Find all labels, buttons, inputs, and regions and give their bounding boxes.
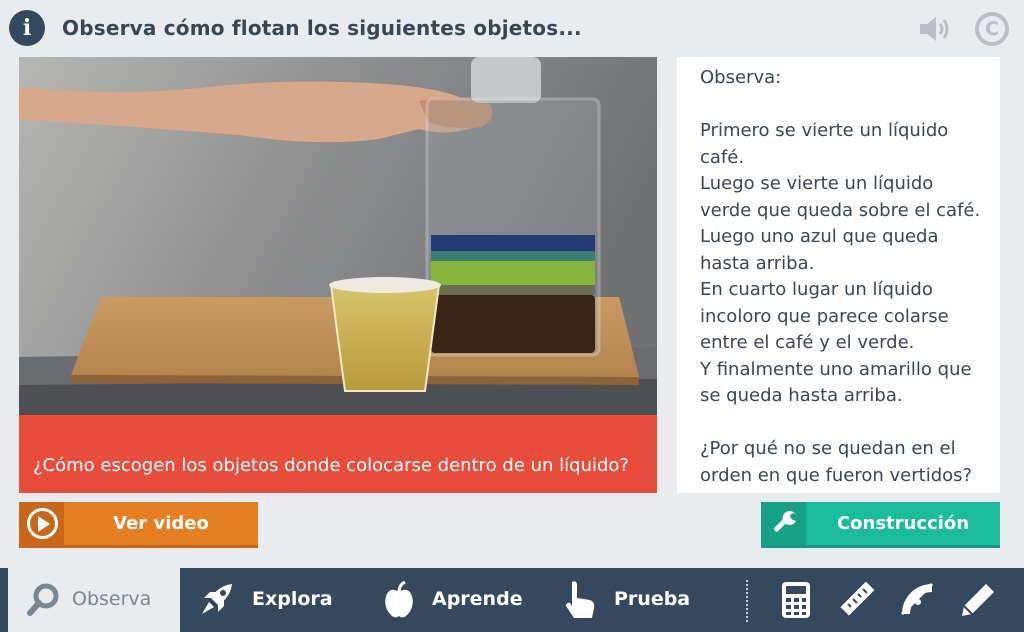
nav-tab-aprende[interactable]: Aprende bbox=[378, 568, 548, 632]
hand-pointer-icon bbox=[566, 581, 595, 618]
description-line: Y finalmente uno amarillo que bbox=[700, 358, 972, 380]
wrench-icon bbox=[761, 502, 806, 545]
calculator-icon[interactable] bbox=[776, 580, 816, 620]
description-line: Luego se vierte un líquido bbox=[700, 173, 934, 194]
description-panel: Observa: Primero se vierte un líquido ca… bbox=[677, 57, 1000, 493]
bottom-nav: Observa Explora Aprende Prueba bbox=[0, 568, 1024, 632]
search-icon bbox=[27, 583, 59, 616]
description-blank-line bbox=[700, 92, 1000, 119]
nav-label: Aprende bbox=[432, 588, 523, 610]
copyright-icon[interactable]: C bbox=[975, 12, 1009, 46]
description-line: verde que queda sobre el café. bbox=[700, 199, 981, 221]
speaker-icon[interactable] bbox=[918, 14, 954, 44]
construccion-label: Construcción bbox=[836, 513, 970, 534]
nav-tab-observa[interactable]: Observa bbox=[8, 568, 180, 632]
description-line: café. bbox=[700, 146, 745, 168]
ver-video-label: Ver video bbox=[113, 513, 209, 534]
protractor-icon[interactable] bbox=[898, 580, 938, 620]
question-text: ¿Cómo escogen los objetos donde colocars… bbox=[33, 455, 629, 476]
video-frame[interactable] bbox=[19, 57, 657, 415]
construccion-button[interactable]: Construcción bbox=[761, 502, 1000, 548]
rocket-icon bbox=[202, 584, 232, 614]
description-line: ¿Por qué no se quedan en el bbox=[700, 438, 956, 459]
video-still-image bbox=[19, 57, 657, 415]
pencil-icon[interactable] bbox=[958, 580, 998, 620]
nav-tab-explora[interactable]: Explora bbox=[192, 568, 362, 632]
description-line: incoloro que parece colarse bbox=[700, 305, 949, 327]
description-blank-line bbox=[700, 410, 1000, 437]
description-line: Primero se vierte un líquido bbox=[700, 120, 949, 141]
nav-label: Prueba bbox=[614, 588, 691, 610]
nav-label: Explora bbox=[252, 588, 333, 610]
play-circle-icon bbox=[19, 502, 64, 545]
nav-divider bbox=[746, 580, 748, 622]
description-line: Observa: bbox=[700, 67, 782, 88]
ruler-icon[interactable] bbox=[836, 580, 876, 620]
description-line: se queda hasta arriba. bbox=[700, 385, 903, 406]
description-line: Luego uno azul que queda bbox=[700, 226, 939, 247]
ver-video-button[interactable]: Ver video bbox=[19, 502, 258, 548]
apple-icon bbox=[385, 580, 413, 618]
nav-tab-prueba[interactable]: Prueba bbox=[560, 568, 730, 632]
info-icon[interactable]: i bbox=[9, 10, 45, 46]
page-title: Observa cómo flotan los siguientes objet… bbox=[62, 16, 582, 40]
description-line: orden en que fueron vertidos? bbox=[700, 464, 973, 486]
description-line: En cuarto lugar un líquido bbox=[700, 279, 933, 300]
description-line: entre el café y el verde. bbox=[700, 332, 915, 353]
header: i Observa cómo flotan los siguientes obj… bbox=[0, 0, 1024, 58]
description-line: hasta arriba. bbox=[700, 252, 815, 274]
question-banner: ¿Cómo escogen los objetos donde colocars… bbox=[19, 415, 657, 493]
nav-label: Observa bbox=[72, 588, 152, 610]
